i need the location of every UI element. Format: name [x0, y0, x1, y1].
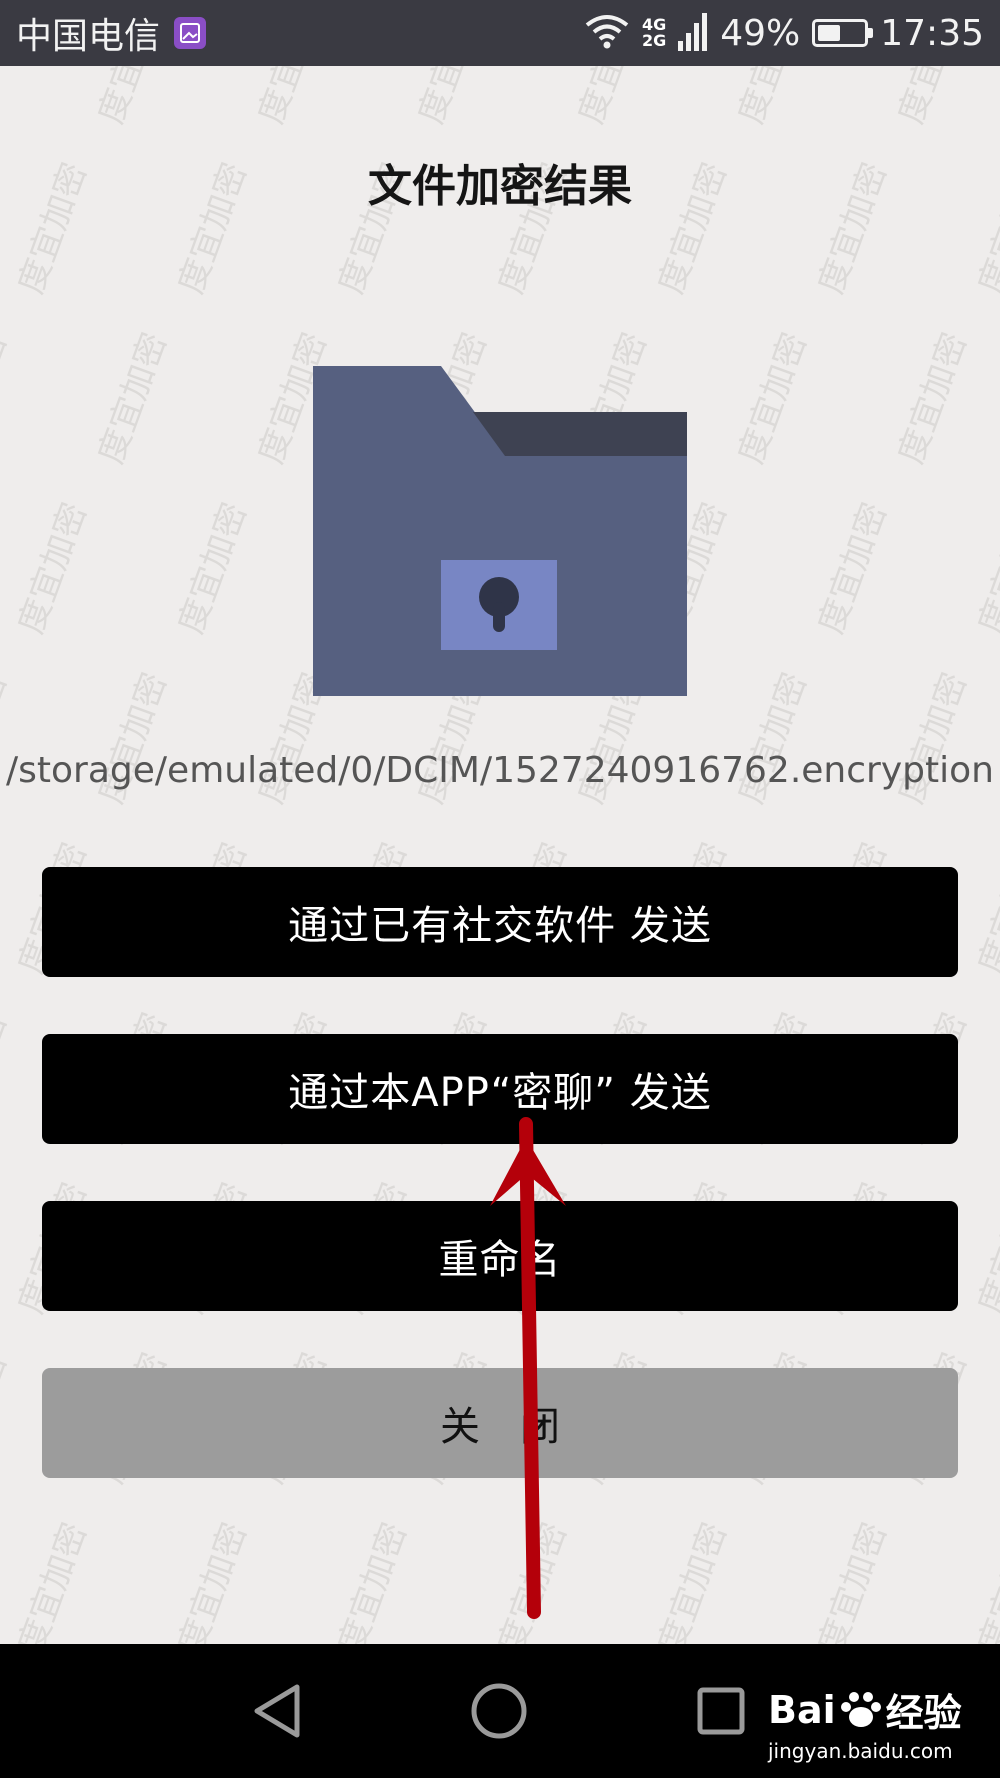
baidu-jingyan-watermark-logo: Bai 经验 jingyan.baidu.com [768, 1682, 962, 1764]
battery-level-fill [818, 25, 841, 41]
jingyan-logo-text: 经验 [885, 1691, 962, 1735]
jingyan-url: jingyan.baidu.com [768, 1739, 953, 1763]
close-button[interactable]: 关闭 [42, 1368, 958, 1478]
battery-percent: 49% [720, 12, 801, 54]
watermark-text: 度宜加密 [971, 1518, 1000, 1644]
watermark-text: 度宜加密 [571, 66, 655, 129]
watermark-text: 度宜加密 [971, 838, 1000, 979]
back-triangle-icon [254, 1684, 300, 1738]
watermark-text: 度宜加密 [0, 66, 15, 129]
watermark-text: 度宜加密 [91, 328, 175, 469]
encrypted-file-path: /storage/emulated/0/DCIM/1527240916762.e… [6, 750, 994, 791]
send-via-app-chat-button[interactable]: 通过本APP“密聊” 发送 [42, 1034, 958, 1144]
system-navigation-bar: Bai 经验 jingyan.baidu.com [0, 1644, 1000, 1778]
watermark-text: 度宜加密 [0, 328, 15, 469]
watermark-text: 度宜加密 [811, 498, 895, 639]
status-indicators: 4G 2G 49% 17:35 [584, 11, 984, 55]
watermark-text: 度宜加密 [491, 1518, 575, 1644]
watermark-text: 度宜加密 [0, 1008, 15, 1149]
gallery-notification-icon [174, 17, 207, 49]
send-via-social-apps-button[interactable]: 通过已有社交软件 发送 [42, 867, 958, 977]
watermark-text: 度宜加密 [971, 1178, 1000, 1319]
rename-button[interactable]: 重命名 [42, 1201, 958, 1311]
watermark-text: 度宜加密 [251, 66, 335, 129]
watermark-text: 度宜加密 [891, 328, 975, 469]
home-button[interactable] [462, 1674, 536, 1748]
home-circle-icon [471, 1683, 527, 1739]
watermark-text: 度宜加密 [411, 66, 495, 129]
encrypted-folder-icon [313, 366, 687, 696]
paw-icon [840, 1691, 881, 1727]
watermark-text: 度宜加密 [11, 1518, 95, 1644]
watermark-text: 度宜加密 [651, 1518, 735, 1644]
watermark-text: 度宜加密 [91, 66, 175, 129]
watermark-text: 度宜加密 [811, 1518, 895, 1644]
carrier-name: 中国电信 [16, 16, 161, 57]
watermark-text: 度宜加密 [731, 328, 815, 469]
watermark-text: 度宜加密 [331, 1518, 415, 1644]
status-time: 17:35 [880, 12, 984, 54]
network-type-bottom: 2G [641, 31, 667, 50]
signal-icon [678, 11, 708, 55]
network-type: 4G 2G [642, 17, 666, 49]
watermark-text: 度宜加密 [171, 1518, 255, 1644]
encryption-result-screen: 度宜加密 度宜加密 度宜加密 度宜加密 度宜加密 度宜加密 度宜加密 度宜加密 度宜加密 度宜加密… [0, 66, 1000, 1644]
baidu-logo-text: Bai [768, 1687, 836, 1732]
watermark-text: 度宜加密 [731, 66, 815, 129]
watermark-text: 度宜加密 [11, 498, 95, 639]
wifi-icon [584, 13, 630, 53]
watermark-text: 度宜加密 [171, 498, 255, 639]
watermark-text: 度宜加密 [971, 498, 1000, 639]
watermark-text: 度宜加密 [0, 1348, 15, 1489]
back-button[interactable] [240, 1674, 314, 1748]
battery-icon [812, 19, 874, 47]
page-title: 文件加密结果 [368, 161, 632, 212]
recent-square-icon [697, 1687, 745, 1735]
watermark-text: 度宜加密 [891, 66, 975, 129]
recent-apps-button[interactable] [684, 1674, 758, 1748]
status-bar: 中国电信 4G 2G 49% 17:35 [0, 0, 1000, 66]
